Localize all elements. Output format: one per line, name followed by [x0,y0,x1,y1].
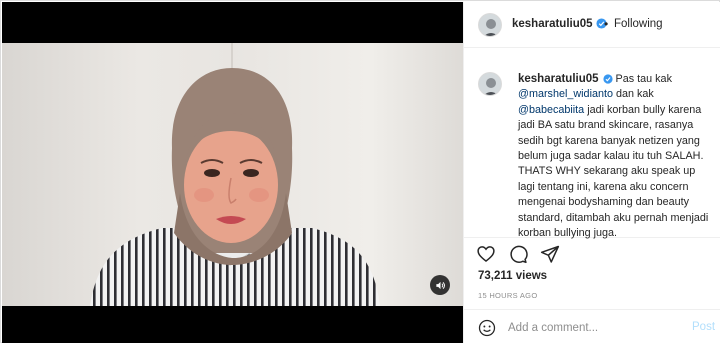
paper-plane-icon [540,245,560,263]
following-button[interactable]: Following [614,18,663,30]
caption-username[interactable]: kesharatuliu05 [518,73,599,85]
post-caption: kesharatuliu05 Pas tau kak @marshel_widi… [518,72,714,241]
views-count[interactable]: 73,211 views [478,270,547,282]
add-comment-row: Post [464,309,720,343]
post-timestamp[interactable]: 15 HOURS AGO [478,291,537,300]
caption-text-2: dan kak [615,88,654,101]
verified-badge-icon [602,74,613,84]
avatar[interactable] [478,13,502,37]
comment-input[interactable] [508,319,678,337]
action-bar [464,242,720,266]
video-player[interactable] [2,43,463,306]
share-button[interactable] [540,244,560,264]
video-frame-person [90,68,380,306]
caption-avatar[interactable] [478,72,502,96]
caption-text-1: Pas tau kak [615,73,672,85]
post-details-panel: kesharatuliu05 • Following kesharatuliu0… [463,2,720,343]
mention-link-1[interactable]: @marshel_widianto [518,88,613,100]
like-button[interactable] [476,244,496,264]
speaker-icon [435,281,445,289]
smiley-icon [478,319,496,337]
emoji-button[interactable] [478,319,496,337]
comment-bubble-icon [510,245,528,264]
instagram-post-modal: kesharatuliu05 • Following kesharatuliu0… [0,0,720,343]
comment-button[interactable] [508,244,528,264]
post-header: kesharatuliu05 • Following [464,2,720,48]
avatar-image [479,14,501,36]
post-comment-button[interactable]: Post [692,321,715,333]
avatar-image [479,73,501,95]
username-text: kesharatuliu05 [512,18,593,30]
mute-toggle-button[interactable] [430,275,450,295]
username-link[interactable]: kesharatuliu05 [512,18,607,30]
caption-text-3: jadi korban bully karena jadi BA satu br… [518,103,709,240]
mention-link-2[interactable]: @babecabiita [518,104,584,116]
caption-section: kesharatuliu05 Pas tau kak @marshel_widi… [464,48,720,241]
heart-icon [477,246,495,263]
separator-dot: • [604,17,609,31]
media-area [2,2,463,343]
